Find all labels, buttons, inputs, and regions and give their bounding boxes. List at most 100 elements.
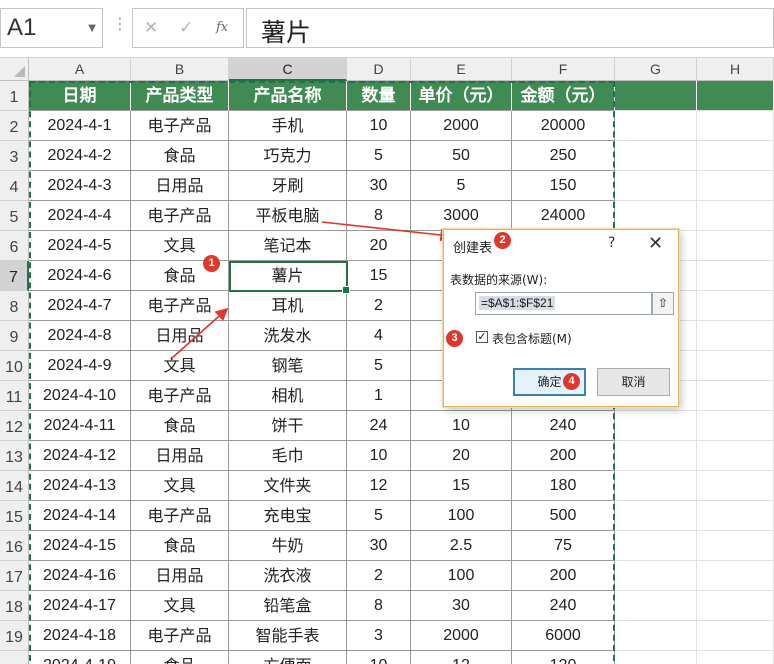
cancel-button[interactable]: 取消 — [597, 368, 670, 396]
help-button[interactable]: ? — [608, 235, 615, 251]
table-cell[interactable]: 12 — [347, 471, 411, 501]
table-cell[interactable]: 2024-4-17 — [29, 591, 131, 621]
has-headers-label[interactable]: 表包含标题(M) — [492, 330, 572, 347]
empty-cell[interactable] — [697, 261, 774, 291]
empty-cell[interactable] — [697, 351, 774, 381]
column-header-h[interactable]: H — [697, 58, 774, 81]
select-all-button[interactable] — [0, 58, 29, 81]
table-cell[interactable]: 食品 — [131, 531, 229, 561]
table-cell[interactable]: 饼干 — [229, 411, 347, 441]
row-header[interactable]: 18 — [0, 591, 29, 621]
empty-cell[interactable] — [697, 531, 774, 561]
row-header[interactable]: 11 — [0, 381, 29, 411]
empty-cell[interactable] — [697, 591, 774, 621]
table-cell[interactable]: 2000 — [411, 621, 512, 651]
empty-cell[interactable] — [615, 111, 697, 141]
table-cell[interactable]: 充电宝 — [229, 501, 347, 531]
table-cell[interactable]: 120 — [512, 651, 615, 664]
collapse-dialog-icon[interactable]: ⇧ — [652, 292, 674, 315]
table-cell[interactable]: 平板电脑 — [229, 201, 347, 231]
table-cell[interactable]: 8 — [347, 591, 411, 621]
table-cell[interactable]: 食品 — [131, 651, 229, 664]
table-cell[interactable]: 10 — [347, 111, 411, 141]
empty-cell[interactable] — [697, 381, 774, 411]
table-cell[interactable]: 食品 — [131, 141, 229, 171]
empty-cell[interactable] — [615, 561, 697, 591]
empty-cell[interactable] — [615, 621, 697, 651]
table-cell[interactable]: 2024-4-6 — [29, 261, 131, 291]
name-box[interactable]: A1 ▼ — [0, 8, 103, 48]
empty-cell[interactable] — [615, 441, 697, 471]
formula-input[interactable]: 薯片 — [246, 8, 774, 48]
row-header[interactable]: 10 — [0, 351, 29, 381]
empty-cell[interactable] — [697, 321, 774, 351]
table-cell[interactable]: 日用品 — [131, 321, 229, 351]
table-cell[interactable]: 毛巾 — [229, 441, 347, 471]
empty-cell[interactable] — [697, 81, 774, 111]
table-cell[interactable]: 2024-4-5 — [29, 231, 131, 261]
empty-cell[interactable] — [615, 501, 697, 531]
table-cell[interactable]: 200 — [512, 441, 615, 471]
table-cell[interactable]: 30 — [347, 171, 411, 201]
table-cell[interactable]: 4 — [347, 321, 411, 351]
empty-cell[interactable] — [697, 411, 774, 441]
empty-cell[interactable] — [697, 561, 774, 591]
empty-cell[interactable] — [697, 651, 774, 664]
header-cell[interactable]: 金额（元） — [512, 81, 615, 111]
table-cell[interactable]: 2024-4-7 — [29, 291, 131, 321]
cancel-icon[interactable]: ✕ — [144, 18, 158, 38]
empty-cell[interactable] — [697, 441, 774, 471]
table-cell[interactable]: 2 — [347, 291, 411, 321]
table-cell[interactable]: 240 — [512, 411, 615, 441]
row-header[interactable]: 5 — [0, 201, 29, 231]
table-cell[interactable]: 巧克力 — [229, 141, 347, 171]
row-header[interactable]: 13 — [0, 441, 29, 471]
table-cell[interactable]: 2024-4-3 — [29, 171, 131, 201]
row-header[interactable]: 6 — [0, 231, 29, 261]
table-cell[interactable]: 150 — [512, 171, 615, 201]
row-header[interactable]: 17 — [0, 561, 29, 591]
table-cell[interactable]: 100 — [411, 561, 512, 591]
table-cell[interactable]: 日用品 — [131, 441, 229, 471]
empty-cell[interactable] — [697, 111, 774, 141]
header-cell[interactable]: 产品名称 — [229, 81, 347, 111]
row-header[interactable]: 2 — [0, 111, 29, 141]
row-header[interactable]: 3 — [0, 141, 29, 171]
empty-cell[interactable] — [615, 471, 697, 501]
table-cell[interactable]: 30 — [411, 591, 512, 621]
column-header-a[interactable]: A — [29, 58, 131, 81]
empty-cell[interactable] — [697, 171, 774, 201]
table-cell[interactable]: 2024-4-13 — [29, 471, 131, 501]
table-cell[interactable]: 75 — [512, 531, 615, 561]
empty-cell[interactable] — [697, 201, 774, 231]
column-header-d[interactable]: D — [347, 58, 411, 81]
table-cell[interactable]: 牙刷 — [229, 171, 347, 201]
row-header[interactable]: 16 — [0, 531, 29, 561]
table-cell[interactable]: 钢笔 — [229, 351, 347, 381]
row-header[interactable]: 9 — [0, 321, 29, 351]
table-cell[interactable]: 2 — [347, 561, 411, 591]
empty-cell[interactable] — [615, 81, 697, 111]
table-cell[interactable]: 10 — [347, 441, 411, 471]
table-cell[interactable]: 6000 — [512, 621, 615, 651]
table-cell[interactable]: 50 — [411, 141, 512, 171]
empty-cell[interactable] — [615, 171, 697, 201]
row-header[interactable]: 1 — [0, 81, 29, 111]
table-cell[interactable]: 洗发水 — [229, 321, 347, 351]
table-cell[interactable]: 5 — [347, 351, 411, 381]
close-icon[interactable]: ✕ — [648, 233, 663, 254]
table-cell[interactable]: 8 — [347, 201, 411, 231]
table-cell[interactable]: 文具 — [131, 471, 229, 501]
table-cell[interactable]: 200 — [512, 561, 615, 591]
table-cell[interactable]: 耳机 — [229, 291, 347, 321]
header-cell[interactable]: 单价（元） — [411, 81, 512, 111]
table-cell[interactable]: 500 — [512, 501, 615, 531]
table-cell[interactable]: 2024-4-2 — [29, 141, 131, 171]
table-cell[interactable]: 100 — [411, 501, 512, 531]
row-header[interactable]: 15 — [0, 501, 29, 531]
table-cell[interactable]: 文具 — [131, 351, 229, 381]
enter-icon[interactable]: ✓ — [179, 18, 193, 38]
column-header-c[interactable]: C — [229, 58, 347, 81]
table-cell[interactable]: 2024-4-19 — [29, 651, 131, 664]
table-cell[interactable]: 方便面 — [229, 651, 347, 664]
